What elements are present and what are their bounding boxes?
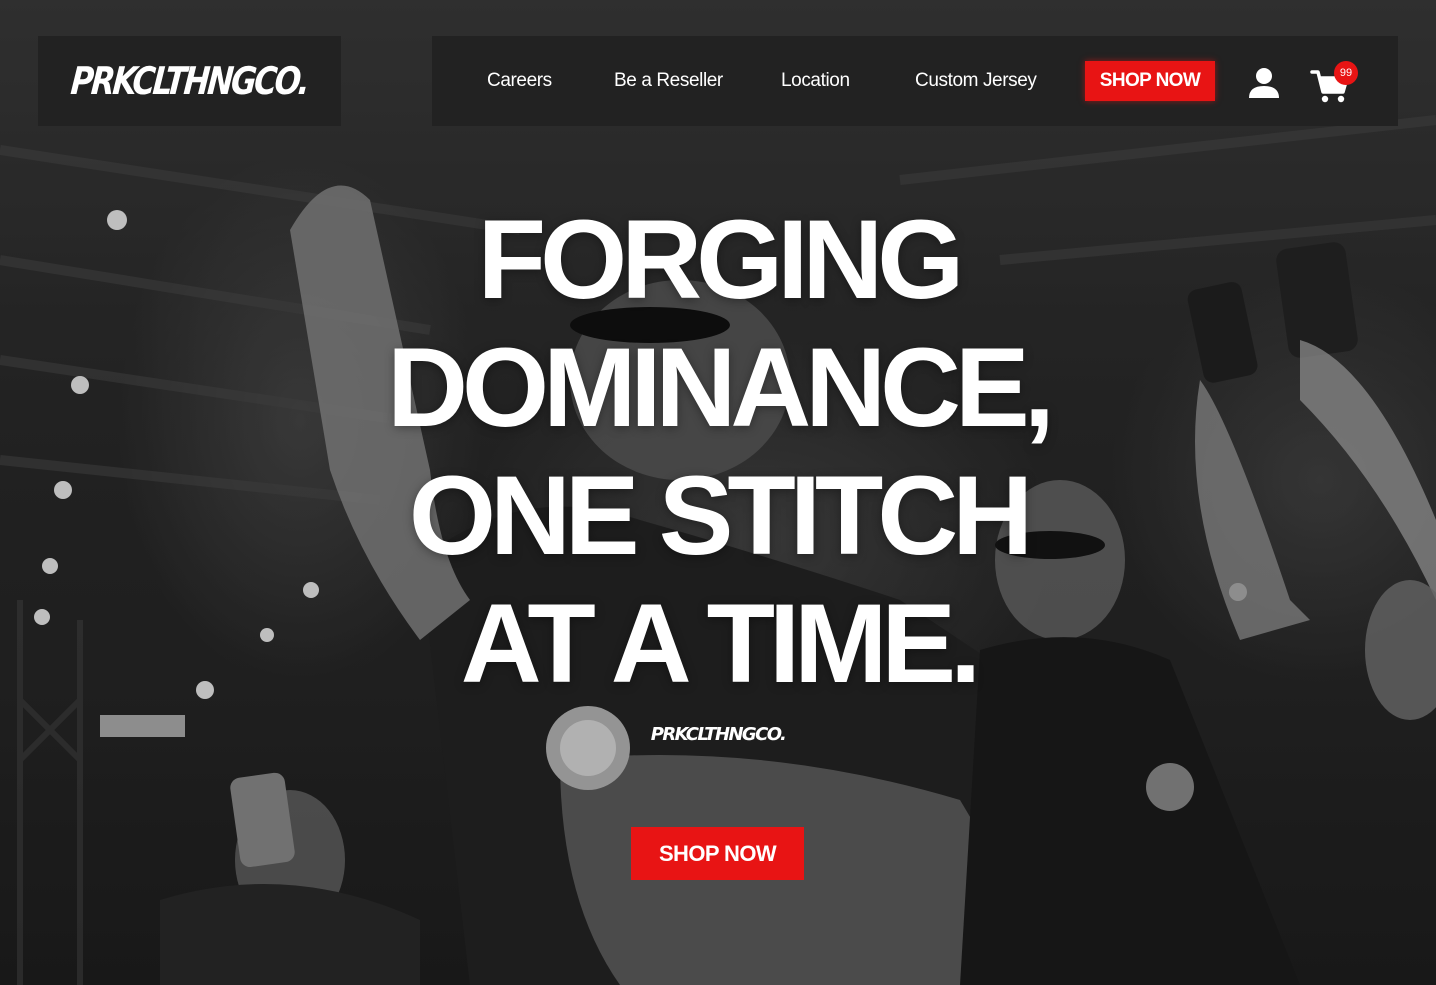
hero-headline-line-3: ONE STITCH: [408, 453, 1033, 578]
hero-headline: FORGING DOMINANCE, ONE STITCH AT A TIME.: [268, 196, 1168, 708]
nav-link-careers[interactable]: Careers: [487, 36, 552, 126]
cart-count-badge: 99: [1334, 61, 1358, 85]
user-icon[interactable]: [1246, 65, 1282, 101]
main-nav: Careers Be a Reseller Location Custom Je…: [432, 36, 1398, 126]
logo-panel[interactable]: PRKCLTHNGCO.: [38, 36, 341, 126]
hero-headline-line-4: AT A TIME.: [460, 581, 981, 706]
nav-link-location[interactable]: Location: [781, 36, 850, 126]
nav-shop-now-button[interactable]: SHOP NOW: [1085, 61, 1215, 101]
nav-link-be-a-reseller[interactable]: Be a Reseller: [614, 36, 723, 126]
nav-link-custom-jersey[interactable]: Custom Jersey: [915, 36, 1037, 126]
hero-headline-line-2: DOMINANCE,: [387, 325, 1055, 450]
hero-shop-now-button[interactable]: SHOP NOW: [631, 827, 804, 880]
hero-headline-line-1: FORGING: [477, 197, 965, 322]
hero-brand-mark: PRKCLTHNGCO.: [650, 724, 787, 745]
brand-logo[interactable]: PRKCLTHNGCO.: [69, 59, 309, 103]
